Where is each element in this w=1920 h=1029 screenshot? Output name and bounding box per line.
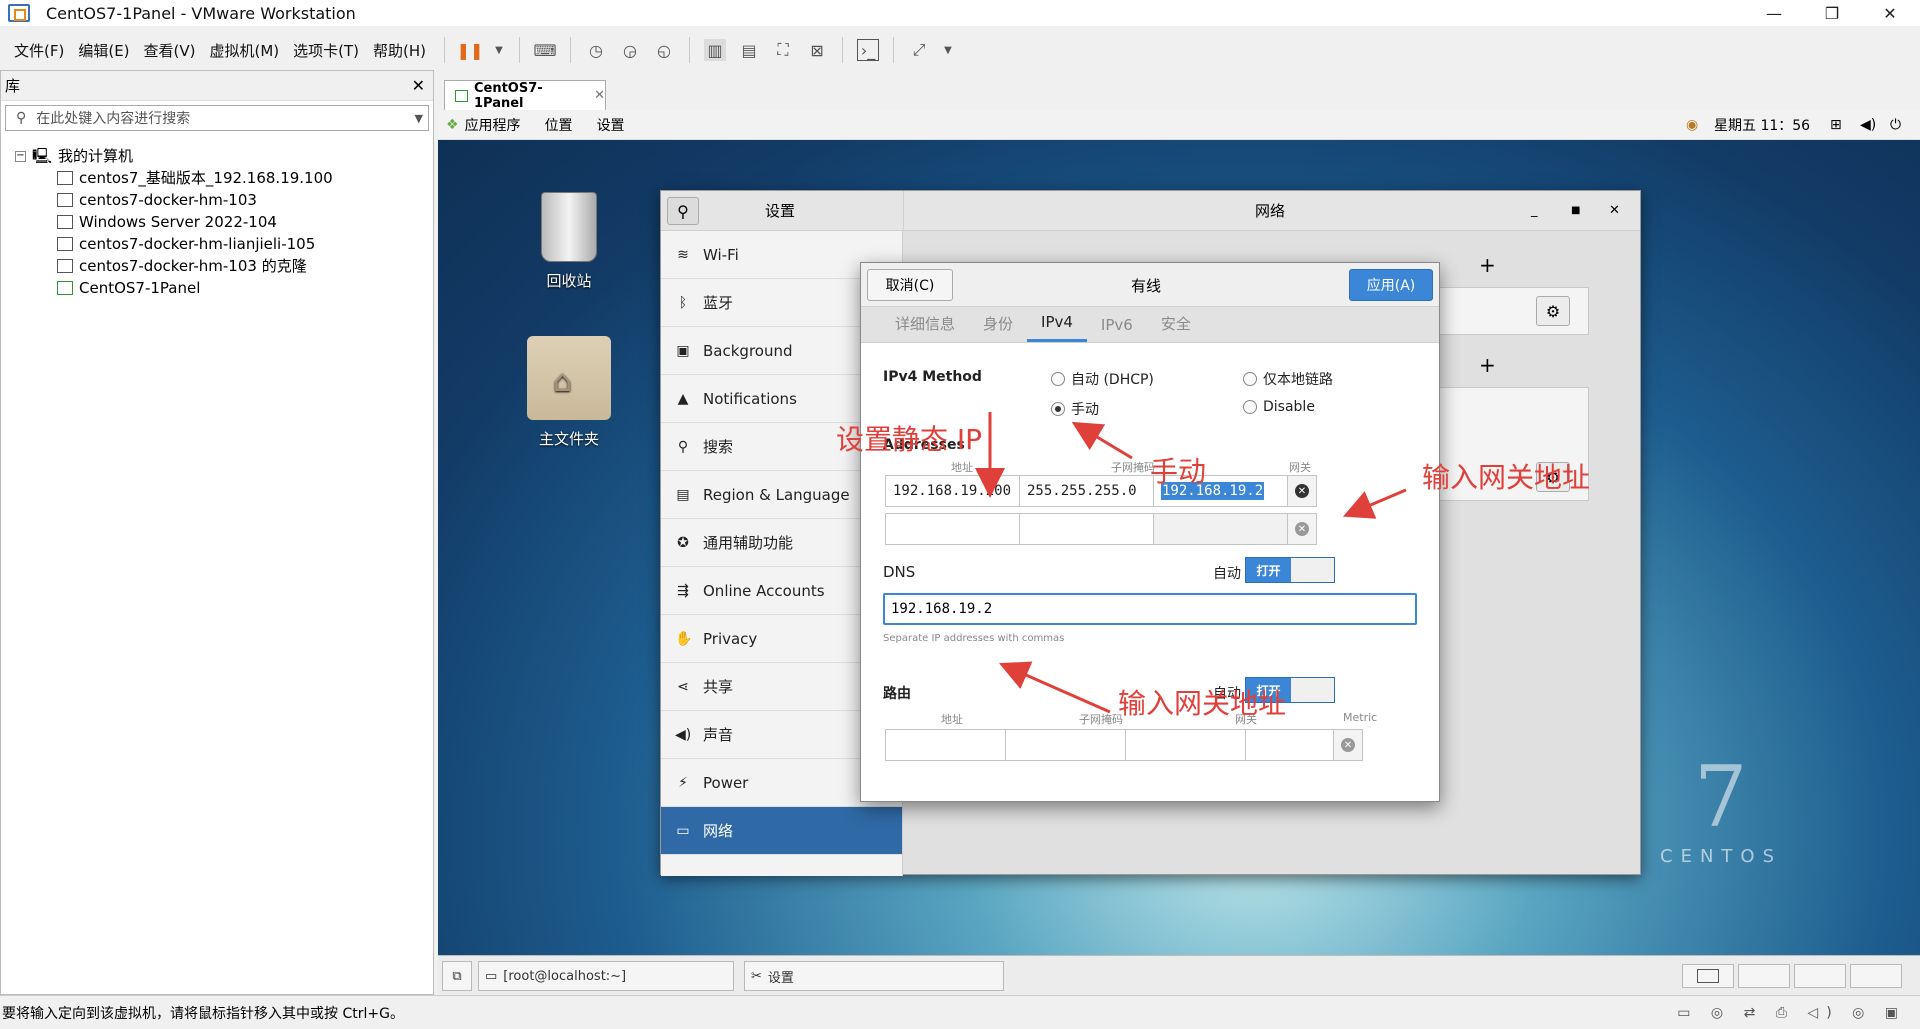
annotation-static-ip: 设置静态 IP — [836, 423, 983, 456]
taskbar-terminal[interactable]: ▭ [root@localhost:~] — [478, 961, 734, 991]
arrow-manual — [1071, 421, 1133, 460]
annotation-manual: 手动 — [1150, 455, 1207, 488]
settings-tools-icon: ✂ — [751, 968, 762, 984]
taskbar-terminal-label: [root@localhost:~] — [503, 968, 627, 984]
workspace-window-icon — [1697, 969, 1719, 983]
workspace-3[interactable] — [1794, 964, 1846, 988]
status-message: 要将输入定向到该虚拟机，请将鼠标指针移入其中或按 Ctrl+G。 — [2, 1005, 404, 1022]
annotation-gateway-1: 输入网关地址 — [1422, 461, 1591, 494]
taskbar-settings[interactable]: ✂ 设置 — [744, 961, 1004, 991]
status-bar: 要将输入定向到该虚拟机，请将鼠标指针移入其中或按 Ctrl+G。 ▭ ◎ ⇄ ⎙… — [0, 995, 1920, 1029]
workspace-4[interactable] — [1850, 964, 1902, 988]
terminal-icon: ▭ — [485, 968, 498, 984]
show-desktop-icon[interactable]: ⧉ — [442, 961, 472, 991]
annotation-arrows — [975, 412, 1407, 714]
arrow-gateway-2 — [999, 661, 1111, 714]
guest-taskbar: ⧉ ▭ [root@localhost:~] ✂ 设置 — [438, 955, 1920, 995]
arrow-gateway-1 — [1342, 488, 1407, 519]
taskbar-settings-label: 设置 — [767, 970, 794, 986]
workspace-1[interactable] — [1682, 964, 1734, 988]
annotation-gateway-2: 输入网关地址 — [1118, 687, 1287, 720]
device-icons: ▭ ◎ ⇄ ⎙ ◁) ◎ ▣ — [1677, 1004, 1906, 1021]
workspace-2[interactable] — [1738, 964, 1790, 988]
